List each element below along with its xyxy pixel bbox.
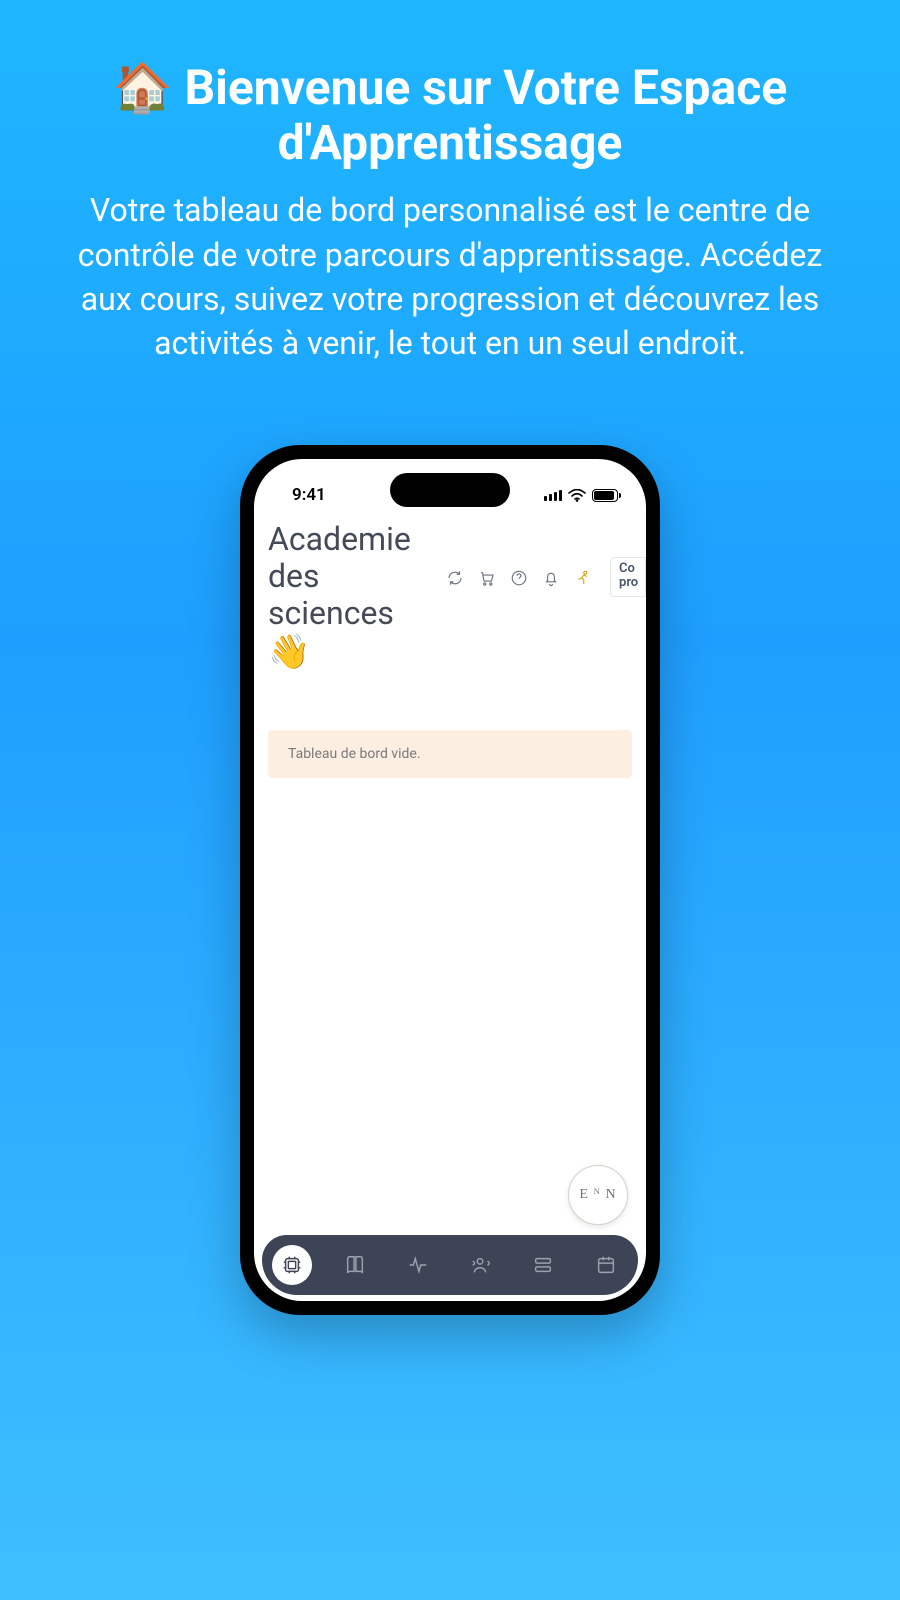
help-icon[interactable] (510, 569, 528, 587)
fab-label: E ᴺ N (579, 1187, 616, 1203)
app-title: Academie des sciences 👋 (268, 521, 438, 672)
nav-list-button[interactable] (523, 1245, 563, 1285)
bottom-nav (262, 1235, 638, 1295)
dynamic-island (390, 473, 510, 507)
badge-line1: Co (619, 562, 643, 576)
phone-frame: 9:41 Academie des sciences 👋 (240, 445, 660, 1315)
status-time: 9:41 (292, 485, 326, 505)
phone-screen: 9:41 Academie des sciences 👋 (254, 459, 646, 1301)
wave-icon: 👋 (268, 633, 438, 672)
empty-dashboard-notice: Tableau de bord vide. (268, 730, 632, 778)
header-toolbar (446, 521, 592, 587)
house-icon: 🏠 (113, 59, 173, 116)
hero-description: Votre tableau de bord personnalisé est l… (50, 188, 850, 365)
wifi-icon (568, 489, 586, 502)
app-header: Academie des sciences 👋 (254, 513, 646, 680)
hero-title: 🏠 Bienvenue sur Votre Espace d'Apprentis… (40, 60, 860, 170)
bell-icon[interactable] (542, 569, 560, 587)
signal-icon (544, 489, 562, 501)
badge-line2: pro (619, 576, 643, 590)
activity-person-icon[interactable] (574, 569, 592, 587)
nav-dashboard-button[interactable] (272, 1245, 312, 1285)
app-title-text: Academie des sciences (268, 520, 411, 632)
marketing-hero: 🏠 Bienvenue sur Votre Espace d'Apprentis… (0, 0, 900, 395)
cart-icon[interactable] (478, 569, 496, 587)
profile-badge[interactable]: Co pro (610, 557, 646, 597)
hero-title-text: Bienvenue sur Votre Espace d'Apprentissa… (185, 59, 788, 171)
brand-fab[interactable]: E ᴺ N (568, 1165, 628, 1225)
nav-calendar-button[interactable] (586, 1245, 626, 1285)
battery-icon (592, 489, 618, 502)
sync-icon[interactable] (446, 569, 464, 587)
status-indicators (544, 489, 618, 502)
nav-community-button[interactable] (460, 1245, 500, 1285)
nav-courses-button[interactable] (335, 1245, 375, 1285)
nav-activity-button[interactable] (398, 1245, 438, 1285)
